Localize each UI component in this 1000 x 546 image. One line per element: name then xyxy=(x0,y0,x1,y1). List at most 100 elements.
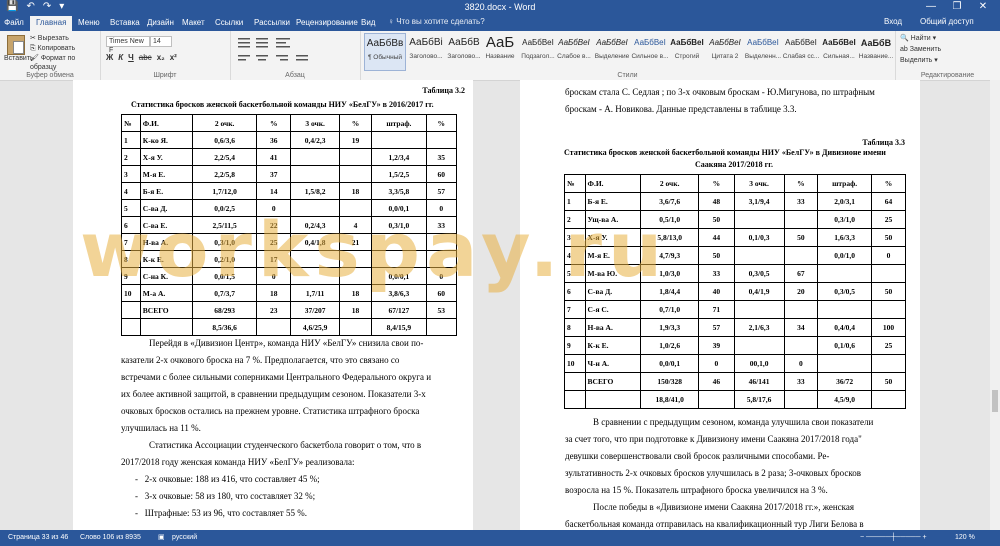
underline-button[interactable]: Ч xyxy=(128,53,134,62)
zoom-slider[interactable]: − ─────┼───── + xyxy=(860,530,927,546)
table-header-cell: штраф. xyxy=(817,174,872,193)
bold-button[interactable]: Ж xyxy=(106,53,113,62)
font-size-select[interactable]: 14 xyxy=(150,36,172,47)
sign-in-link[interactable]: Вход xyxy=(884,17,902,26)
style-preview: АаБбВеІ xyxy=(709,38,741,47)
superscript-button[interactable]: x² xyxy=(170,53,177,62)
cut-button[interactable]: ✂ Вырезать xyxy=(30,34,69,43)
table-cell: 1,0/3,0 xyxy=(640,264,699,283)
table-cell: 0 xyxy=(256,267,292,285)
select-button[interactable]: Выделить ▾ xyxy=(900,56,938,66)
style-intense-quote[interactable]: АаБбВеІ Выделенн... xyxy=(743,33,783,69)
tab-home[interactable]: Главная xyxy=(30,16,73,31)
language[interactable]: русский xyxy=(172,530,197,546)
close-button[interactable]: ✕ xyxy=(970,0,996,13)
table-cell: 100 xyxy=(870,318,907,337)
subscript-button[interactable]: x₂ xyxy=(157,53,165,62)
tab-references[interactable]: Ссылки xyxy=(215,17,243,28)
style-book-title[interactable]: АаБбВ Название... xyxy=(856,33,896,69)
clipboard-group: Вставить ✂ Вырезать ⎘ Копировать 🖌 Форма… xyxy=(0,31,101,80)
document-page-right[interactable]: броскам стала С. Седлая ; по 3-х очковым… xyxy=(520,80,920,530)
style-preview: АаБбВеІ xyxy=(785,38,817,47)
table-cell: 8 xyxy=(121,250,141,268)
tab-mailings[interactable]: Рассылки xyxy=(254,17,290,28)
tab-review[interactable]: Рецензирование xyxy=(296,17,358,28)
table-cell: 67 xyxy=(783,264,819,283)
word-count[interactable]: Слово 106 из 8935 xyxy=(80,530,141,546)
style-name: Цитата 2 xyxy=(711,53,739,60)
document-page-left[interactable]: Таблица 3.2 Статистика бросков женской б… xyxy=(73,80,473,530)
table-cell xyxy=(338,250,373,268)
replace-button[interactable]: ab Заменить xyxy=(900,45,941,55)
minimize-button[interactable]: — xyxy=(918,0,944,13)
copy-button[interactable]: ⎘ Копировать xyxy=(30,44,75,53)
table-cell: 9 xyxy=(121,267,141,285)
table-cell: 18 xyxy=(338,284,373,302)
table-cell xyxy=(290,267,340,285)
table-cell: 3 xyxy=(564,228,586,247)
tab-layout[interactable]: Макет xyxy=(182,17,205,28)
table-cell: Х-я У. xyxy=(584,228,642,247)
table-cell xyxy=(425,233,457,251)
table-3-3-title-line2: Саакяна 2017/2018 гг. xyxy=(695,160,773,169)
table-cell xyxy=(256,318,292,336)
table-header-cell: 3 очк. xyxy=(290,114,340,132)
style-emphasis[interactable]: АаБбВеІ Выделение xyxy=(592,33,632,69)
scrollbar-thumb[interactable] xyxy=(992,390,998,412)
table-cell xyxy=(733,246,785,265)
tab-view[interactable]: Вид xyxy=(361,17,375,28)
paragraph-line: баскетбольная команда отправилась на ква… xyxy=(565,519,864,529)
format-painter-button[interactable]: 🖌 Формат по образцу xyxy=(30,54,100,72)
paste-button[interactable]: Вставить xyxy=(4,35,34,62)
style-title[interactable]: АаБ Название xyxy=(480,33,520,69)
paragraph-line: за счет того, что при подготовке к Дивиз… xyxy=(565,434,862,444)
tab-file[interactable]: Файл xyxy=(0,14,28,31)
table-cell: 0 xyxy=(783,354,819,373)
style-subtle-emphasis[interactable]: АаБбВеІ Слабое в... xyxy=(554,33,594,69)
strikethrough-button[interactable]: abc xyxy=(139,53,152,62)
table-cell: 1,7/11 xyxy=(290,284,340,302)
editing-label: Редактирование xyxy=(920,72,975,79)
table-row: 4 М-я Е. 4,7/9,3 50 0,0/1,0 0 xyxy=(564,246,907,265)
table-cell: 3,3/5,8 xyxy=(371,182,427,200)
page-count[interactable]: Страница 33 из 46 xyxy=(8,530,68,546)
zoom-level[interactable]: 120 % xyxy=(955,530,975,546)
paragraph-icons[interactable] xyxy=(236,36,356,66)
style-subtitle[interactable]: АаБбВеІ Подзагол... xyxy=(518,33,558,69)
style-quote[interactable]: АаБбВеІ Цитата 2 xyxy=(705,33,745,69)
style-heading2[interactable]: АаБбВ Заголово... xyxy=(444,33,484,69)
italic-button[interactable]: К xyxy=(118,53,123,62)
style-heading1[interactable]: АаБбВі Заголово... xyxy=(406,33,446,69)
table-row: ВСЕГО 68/293 23 37/207 18 67/127 53 xyxy=(121,301,457,319)
table-cell: ВСЕГО xyxy=(584,372,642,391)
table-cell xyxy=(817,264,872,283)
style-name: Выделение xyxy=(594,53,630,60)
table-cell: 1,5/8,2 xyxy=(290,182,340,200)
style-intense-reference[interactable]: АаБбВеІ Сильная... xyxy=(819,33,859,69)
restore-button[interactable]: ❐ xyxy=(944,0,970,13)
list-item-text: 3-х очковые: 58 из 180, что составляет 3… xyxy=(144,491,316,501)
list-item: - Штрафные: 53 из 96, что составляет 55 … xyxy=(135,508,307,518)
tab-insert[interactable]: Вставка xyxy=(110,17,140,28)
tab-design[interactable]: Дизайн xyxy=(147,17,174,28)
paste-icon xyxy=(7,35,25,55)
tab-menu[interactable]: Меню xyxy=(78,17,100,28)
proofing-icon[interactable]: ▣ xyxy=(158,530,165,546)
table-3-3-number: Таблица 3.3 xyxy=(862,138,905,147)
style-preview: АаБбВі xyxy=(409,37,443,48)
title-bar: 💾 ↶ ↷ ▾ 3820.docx - Word — ❐ ✕ xyxy=(0,0,1000,14)
font-name-select[interactable]: Times New F xyxy=(106,36,150,54)
style-intense-emphasis[interactable]: АаБбВеІ Сильное в... xyxy=(630,33,670,69)
style-normal[interactable]: АаБбВв ¶ Обычный xyxy=(364,33,406,71)
style-subtle-reference[interactable]: АаБбВеІ Слабая сс... xyxy=(781,33,821,69)
paragraph-line: девушки совершенствовали свой бросок раз… xyxy=(565,451,830,461)
table-cell: 18 xyxy=(338,182,373,200)
paste-label: Вставить xyxy=(4,55,34,62)
vertical-scrollbar[interactable] xyxy=(990,80,1000,530)
tell-me-search[interactable]: ♀ Что вы хотите сделать? xyxy=(388,17,485,26)
share-button[interactable]: Общий доступ xyxy=(920,17,974,26)
find-button[interactable]: 🔍 Найти ▾ xyxy=(900,34,936,44)
table-cell: 1,8/4,4 xyxy=(640,282,699,301)
table-row: 5 С-ва Д. 0,0/2,5 0 0,0/0,1 0 xyxy=(121,199,457,217)
style-strong[interactable]: АаБбВеІ Строгий xyxy=(667,33,707,69)
